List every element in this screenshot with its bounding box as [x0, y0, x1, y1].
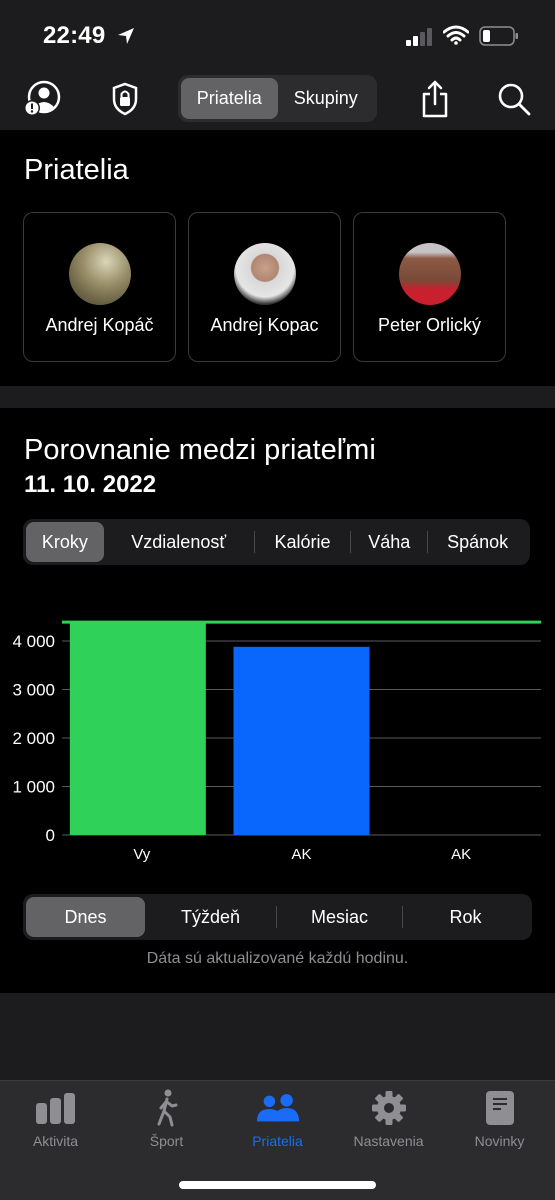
avatar: [398, 243, 461, 305]
cellular-signal-icon: [406, 28, 432, 46]
update-frequency-note: Dáta sú aktualizované každú hodinu.: [146, 950, 409, 967]
avatar: [233, 243, 296, 305]
friend-name: Peter Orlický: [377, 315, 482, 335]
metric-tab-weight[interactable]: Váha: [351, 522, 427, 562]
x-tick-label: AK: [451, 846, 471, 863]
friends-comparison-section: Porovnanie medzi priateľmi 11. 10. 2022 …: [0, 408, 555, 993]
tab-label: Nastavenia: [353, 1133, 424, 1149]
bar: [69, 622, 206, 835]
wifi-icon: [443, 25, 469, 45]
x-tick-label: AK: [291, 846, 311, 863]
metric-segmented-control: Kroky Vzdialenosť Kalórie Váha Spánok: [23, 519, 530, 565]
x-tick-label: Vy: [133, 846, 150, 863]
news-document-icon: [485, 1091, 514, 1125]
segment-groups[interactable]: Skupiny: [278, 78, 375, 119]
status-time: 22:49: [43, 22, 106, 49]
friend-card[interactable]: Peter Orlický: [353, 212, 506, 362]
home-indicator[interactable]: [179, 1181, 376, 1189]
friends-list: Andrej Kopáč Andrej Kopac Peter Orlický: [23, 212, 506, 362]
tab-label: Novinky: [474, 1133, 525, 1149]
period-tab-week[interactable]: Týždeň: [145, 897, 276, 937]
share-button[interactable]: [418, 78, 452, 120]
tab-news[interactable]: Novinky: [444, 1081, 555, 1200]
period-tab-month[interactable]: Mesiac: [277, 897, 402, 937]
bar: [233, 646, 370, 835]
friends-groups-segmented-control: Priatelia Skupiny: [178, 75, 377, 122]
search-icon: [498, 83, 531, 116]
friend-requests-button[interactable]: [22, 80, 62, 118]
y-tick-label: 3 000: [12, 681, 55, 700]
search-button[interactable]: [496, 80, 532, 118]
period-tab-year[interactable]: Rok: [403, 897, 528, 937]
tab-label: Aktivita: [32, 1133, 79, 1149]
metric-tab-calories[interactable]: Kalórie: [255, 522, 351, 562]
metric-tab-distance[interactable]: Vzdialenosť: [104, 522, 254, 562]
privacy-button[interactable]: [110, 80, 140, 118]
y-tick-label: 0: [46, 826, 55, 845]
friend-name: Andrej Kopac: [210, 315, 319, 335]
avatar: [68, 243, 131, 305]
steps-bar-chart: 0 1 000 2 000 3 000 4 000 Vy AK AK: [12, 620, 541, 863]
segment-friends[interactable]: Priatelia: [181, 78, 278, 119]
friend-name: Andrej Kopáč: [45, 315, 154, 335]
tab-label: Šport: [149, 1133, 184, 1149]
battery-icon: [479, 26, 518, 46]
y-tick-label: 1 000: [12, 778, 55, 797]
tab-label: Priatelia: [252, 1133, 303, 1149]
gear-icon: [371, 1091, 406, 1125]
friend-card[interactable]: Andrej Kopac: [188, 212, 341, 362]
friend-requests-icon: [24, 80, 61, 116]
location-arrow-icon: [118, 28, 134, 44]
top-navigation-bar: Priatelia Skupiny: [0, 70, 555, 130]
activity-bars-icon: [35, 1093, 75, 1124]
privacy-shield-icon: [112, 82, 138, 116]
metric-tab-steps[interactable]: Kroky: [26, 522, 104, 562]
period-segmented-control: Dnes Týždeň Mesiac Rok: [23, 894, 532, 940]
tab-activity[interactable]: Aktivita: [0, 1081, 111, 1200]
status-bar: 22:49: [0, 0, 555, 70]
metric-tab-sleep[interactable]: Spánok: [428, 522, 527, 562]
period-tab-today[interactable]: Dnes: [26, 897, 145, 937]
friends-section-title: Priatelia: [24, 154, 129, 186]
friends-icon: [256, 1094, 299, 1122]
comparison-title: Porovnanie medzi priateľmi: [24, 434, 376, 466]
y-tick-label: 2 000: [12, 729, 55, 748]
friend-card[interactable]: Andrej Kopáč: [23, 212, 176, 362]
walking-figure-icon: [157, 1089, 177, 1127]
friends-section: Priatelia Andrej Kopáč Andrej Kopac Pete…: [0, 130, 555, 386]
share-icon: [422, 80, 448, 118]
y-tick-label: 4 000: [12, 632, 55, 651]
comparison-date: 11. 10. 2022: [24, 471, 157, 498]
